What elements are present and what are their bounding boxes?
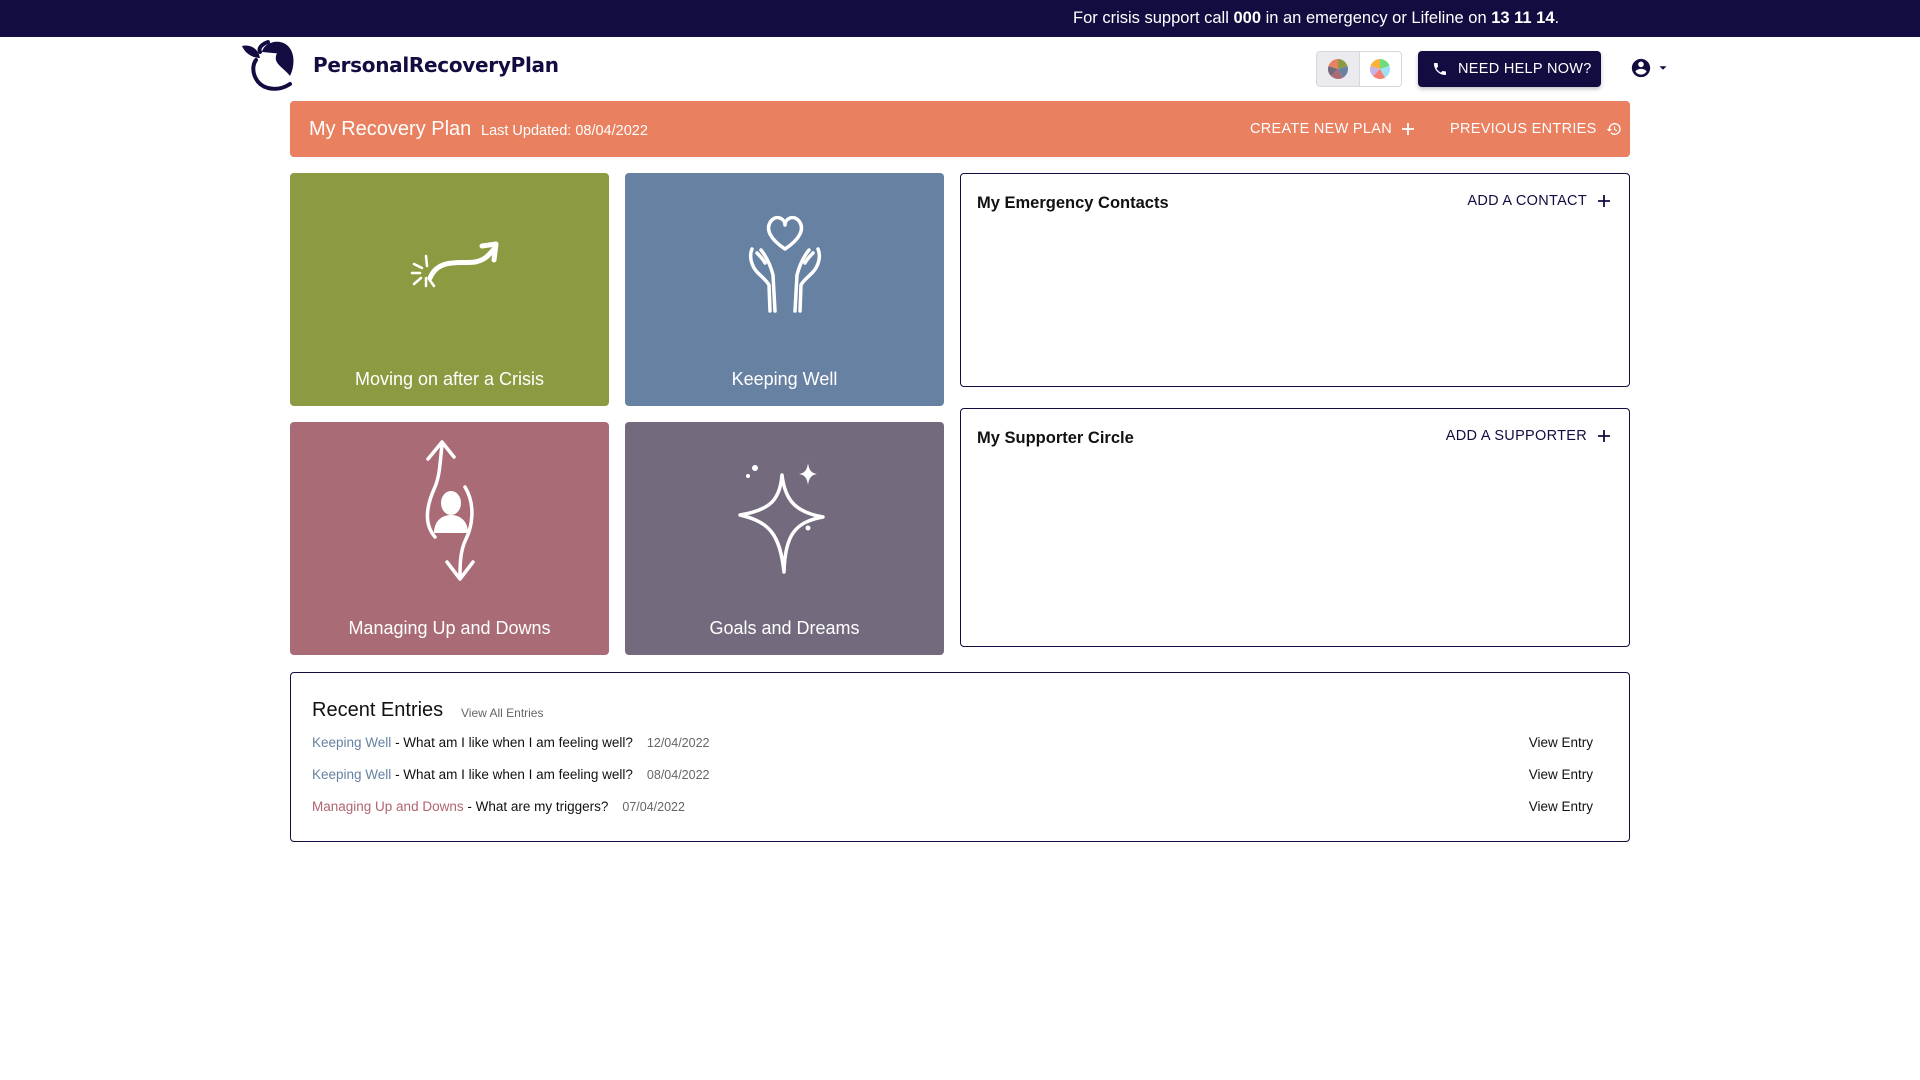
entry-row: Managing Up and Downs - What are my trig…: [312, 799, 1593, 819]
previous-entries-label: PREVIOUS ENTRIES: [1450, 121, 1597, 137]
recovery-plan-bar: My Recovery Plan Last Updated: 08/04/202…: [290, 101, 1630, 157]
crisis-banner: For crisis support call 000 in an emerge…: [0, 0, 1920, 37]
entry-question: - What am I like when I am feeling well?: [391, 735, 633, 750]
add-supporter-button[interactable]: ADD A SUPPORTER: [1446, 428, 1611, 444]
tile-keeping-well[interactable]: Keeping Well: [625, 173, 944, 406]
tile-label: Keeping Well: [731, 369, 838, 389]
entry-row: Keeping Well - What am I like when I am …: [312, 767, 1593, 787]
plus-icon: [1597, 429, 1611, 443]
previous-entries-button[interactable]: PREVIOUS ENTRIES: [1450, 121, 1622, 137]
palette-bright-icon: [1370, 59, 1391, 79]
last-updated: Last Updated: 08/04/2022: [481, 123, 648, 139]
plus-icon: [1401, 122, 1415, 136]
tile-managing-ups-and-downs[interactable]: Managing Up and Downs: [290, 422, 609, 655]
add-contact-label: ADD A CONTACT: [1467, 193, 1587, 209]
entry-question: - What are my triggers?: [463, 799, 609, 814]
entry-question: - What am I like when I am feeling well?: [391, 767, 633, 782]
recent-entries-panel: Recent Entries View All Entries Keeping …: [290, 672, 1630, 842]
tile-label: Goals and Dreams: [709, 618, 860, 638]
entry-date: 07/04/2022: [622, 800, 685, 814]
supporter-circle-title: My Supporter Circle: [977, 429, 1134, 447]
brand-name[interactable]: PersonalRecoveryPlan: [313, 53, 559, 77]
add-contact-button[interactable]: ADD A CONTACT: [1467, 193, 1611, 209]
crisis-prefix: For crisis support call: [1073, 9, 1234, 27]
view-entry-link[interactable]: View Entry: [1529, 799, 1593, 814]
entry-category-link[interactable]: Keeping Well: [312, 767, 391, 782]
account-menu[interactable]: [1630, 57, 1670, 79]
entry-row: Keeping Well - What am I like when I am …: [312, 735, 1593, 755]
hands-heart-icon: [748, 215, 821, 313]
theme-option-bright[interactable]: [1360, 52, 1402, 86]
account-circle-icon: [1631, 58, 1651, 78]
view-entry-link[interactable]: View Entry: [1529, 735, 1593, 750]
entry-category-link[interactable]: Managing Up and Downs: [312, 799, 464, 814]
tile-label: Managing Up and Downs: [348, 618, 551, 638]
need-help-button[interactable]: NEED HELP NOW?: [1418, 51, 1601, 87]
supporter-circle-panel: My Supporter Circle ADD A SUPPORTER: [960, 408, 1630, 647]
create-new-plan-button[interactable]: CREATE NEW PLAN: [1250, 121, 1415, 137]
plus-icon: [1597, 194, 1611, 208]
history-icon: [1606, 121, 1622, 137]
entry-date: 12/04/2022: [646, 736, 710, 750]
sparkle-icon: [737, 463, 825, 574]
emergency-number: 000: [1233, 9, 1261, 27]
create-new-plan-label: CREATE NEW PLAN: [1250, 121, 1393, 137]
tile-moving-on-after-crisis[interactable]: Moving on after a Crisis: [290, 173, 609, 406]
crisis-suffix: .: [1554, 9, 1560, 27]
tile-label: Moving on after a Crisis: [354, 369, 545, 389]
theme-option-muted[interactable]: [1317, 52, 1360, 86]
phone-icon: [1432, 61, 1448, 77]
emergency-contacts-title: My Emergency Contacts: [977, 194, 1169, 212]
emergency-contacts-panel: My Emergency Contacts ADD A CONTACT: [960, 173, 1630, 387]
theme-toggle[interactable]: [1316, 51, 1402, 87]
crisis-middle: in an emergency or Lifeline on: [1261, 9, 1492, 27]
lifeline-number: 13 11 14: [1491, 9, 1555, 27]
person-ups-downs-icon: [425, 440, 475, 581]
arrow-breakthrough-icon: [410, 241, 498, 288]
view-entry-link[interactable]: View Entry: [1529, 767, 1593, 782]
entry-category-link[interactable]: Keeping Well: [312, 735, 391, 750]
logo-icon[interactable]: [240, 38, 298, 92]
need-help-label: NEED HELP NOW?: [1458, 61, 1592, 77]
palette-muted-icon: [1327, 59, 1348, 79]
crisis-message: For crisis support call 000 in an emerge…: [1073, 9, 1559, 28]
tile-goals-and-dreams[interactable]: Goals and Dreams: [625, 422, 944, 655]
caret-down-icon: [1659, 66, 1667, 70]
recent-entries-title: Recent Entries: [312, 699, 444, 721]
plan-title: My Recovery Plan: [309, 118, 472, 140]
view-all-entries-link[interactable]: View All Entries: [461, 706, 543, 720]
add-supporter-label: ADD A SUPPORTER: [1445, 428, 1587, 444]
entry-date: 08/04/2022: [646, 768, 710, 782]
